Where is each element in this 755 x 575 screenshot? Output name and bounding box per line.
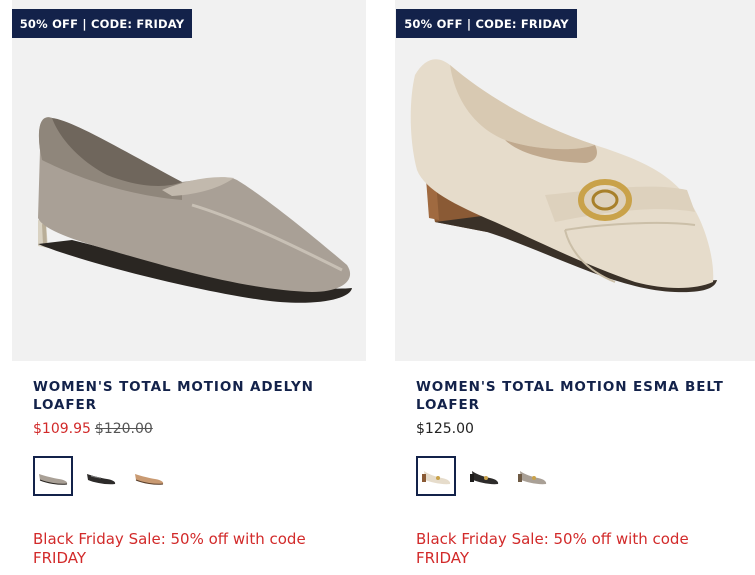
tan-shoe-thumb-icon xyxy=(135,474,164,485)
taupe-shoe-thumb-icon xyxy=(518,471,547,485)
color-swatches xyxy=(416,456,560,496)
product-price: $109.95 $120.00 xyxy=(33,421,153,437)
black-shoe-thumb-icon xyxy=(87,474,116,485)
product-card-esma[interactable]: 50% OFF | CODE: FRIDAY WOMEN'S TOTAL MOT… xyxy=(395,0,755,575)
color-swatches xyxy=(33,456,177,496)
promo-text: Black Friday Sale: 50% off with code FRI… xyxy=(416,530,689,567)
sale-price: $109.95 xyxy=(33,421,91,437)
discount-badge: 50% OFF | CODE: FRIDAY xyxy=(396,9,577,38)
original-price: $120.00 xyxy=(94,421,153,437)
black-shoe-thumb-icon xyxy=(470,471,499,485)
product-title[interactable]: WOMEN'S TOTAL MOTION ESMA BELT LOAFER xyxy=(416,378,726,414)
adelyn-shoe-image xyxy=(38,117,352,303)
product-image-adelyn[interactable] xyxy=(12,0,366,361)
swatch-tan[interactable] xyxy=(129,456,169,496)
taupe-shoe-thumb-icon xyxy=(39,474,68,485)
product-card-adelyn[interactable]: 50% OFF | CODE: FRIDAY WOMEN'S TOTAL MOT… xyxy=(12,0,366,575)
promo-text: Black Friday Sale: 50% off with code FRI… xyxy=(33,530,306,567)
regular-price: $125.00 xyxy=(416,421,474,437)
discount-badge: 50% OFF | CODE: FRIDAY xyxy=(12,9,192,38)
ivory-shoe-thumb-icon xyxy=(422,471,451,485)
swatch-ivory[interactable] xyxy=(416,456,456,496)
product-price: $125.00 xyxy=(416,421,474,437)
esma-shoe-image xyxy=(410,59,717,293)
product-image-esma[interactable] xyxy=(395,0,755,361)
swatch-taupe[interactable] xyxy=(512,456,552,496)
swatch-black[interactable] xyxy=(464,456,504,496)
swatch-black[interactable] xyxy=(81,456,121,496)
swatch-taupe[interactable] xyxy=(33,456,73,496)
product-title[interactable]: WOMEN'S TOTAL MOTION ADELYN LOAFER xyxy=(33,378,343,414)
